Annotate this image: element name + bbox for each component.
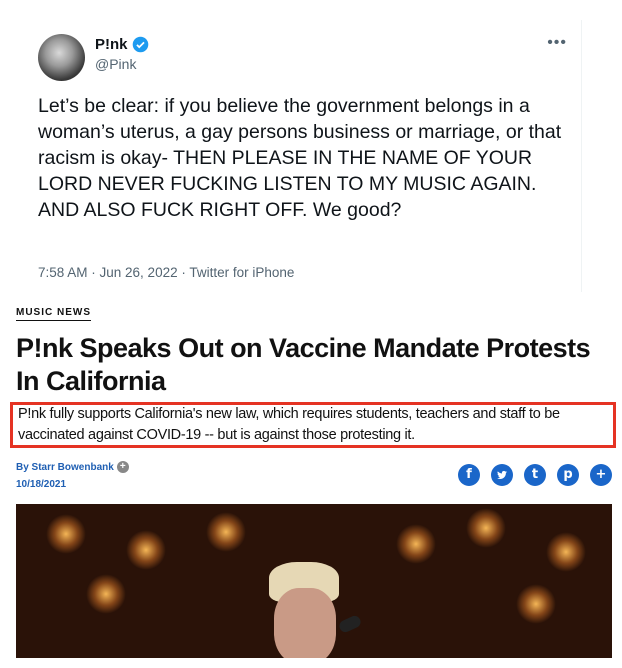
article-dek: P!nk fully supports California's new law… — [18, 406, 560, 443]
byline: By Starr Bowenbank + — [16, 461, 129, 473]
tweet-author-name[interactable]: P!nk — [95, 36, 149, 53]
article-photo — [16, 504, 612, 658]
tumblr-share-icon[interactable]: t — [524, 464, 546, 486]
share-bar: f t p + — [458, 464, 612, 486]
pinterest-share-icon[interactable]: p — [557, 464, 579, 486]
tweet-timestamp[interactable]: 7:58 AM · Jun 26, 2022 · Twitter for iPh… — [38, 265, 294, 280]
stage-light — [516, 584, 556, 624]
stage-light — [126, 530, 166, 570]
twitter-share-icon[interactable] — [491, 464, 513, 486]
tweet-text: Let’s be clear: if you believe the gover… — [38, 95, 567, 221]
stage-light — [206, 512, 246, 552]
author-link[interactable]: By Starr Bowenbank — [16, 462, 114, 473]
more-share-icon[interactable]: + — [590, 464, 612, 486]
facebook-share-icon[interactable]: f — [458, 464, 480, 486]
stage-light — [396, 524, 436, 564]
stage-light — [86, 574, 126, 614]
author-name-text: P!nk — [95, 36, 128, 53]
more-options-icon[interactable]: ••• — [547, 34, 567, 52]
stage-light — [466, 508, 506, 548]
publish-date: 10/18/2021 — [16, 479, 67, 490]
stage-light — [46, 514, 86, 554]
microphone — [337, 613, 363, 635]
follow-author-icon[interactable]: + — [116, 461, 129, 473]
section-label[interactable]: MUSIC NEWS — [16, 307, 91, 321]
avatar[interactable] — [38, 34, 85, 81]
verified-badge-icon — [132, 36, 148, 53]
performer-face — [274, 588, 336, 658]
article-headline: P!nk Speaks Out on Vaccine Mandate Prote… — [16, 333, 591, 396]
tweet-card: P!nk @Pink ••• Let’s be clear: if you be… — [20, 20, 582, 292]
article: MUSIC NEWS P!nk Speaks Out on Vaccine Ma… — [10, 302, 616, 658]
tweet-handle[interactable]: @Pink — [95, 56, 136, 72]
stage-light — [546, 532, 586, 572]
